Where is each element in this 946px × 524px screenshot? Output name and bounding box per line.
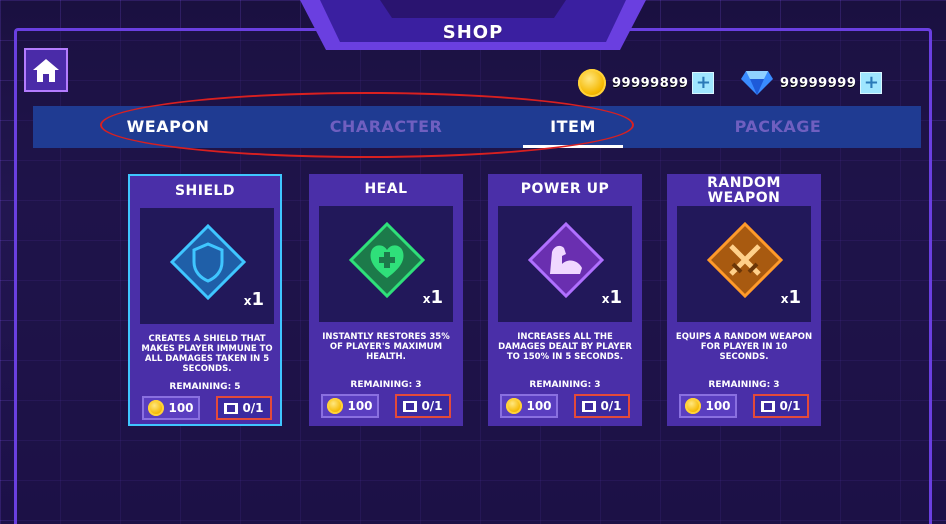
buy-with-coins-button[interactable]: 100 — [500, 394, 558, 418]
shield-icon — [170, 224, 246, 300]
item-quantity: x1 — [422, 287, 443, 308]
gem-amount: 99999999 — [780, 75, 857, 91]
coin-amount: 99999899 — [612, 75, 689, 91]
coin-icon — [578, 69, 606, 97]
price-label: 100 — [526, 399, 552, 413]
buy-with-coins-button[interactable]: 100 — [142, 396, 200, 420]
item-description: EQUIPS A RANDOM WEAPON FOR PLAYER IN 10 … — [675, 332, 813, 362]
item-image: x1 — [498, 206, 632, 322]
ad-count-label: 0/1 — [242, 401, 264, 415]
ad-count-label: 0/1 — [421, 399, 443, 413]
tab-item[interactable]: ITEM — [513, 106, 633, 148]
item-image: x1 — [677, 206, 811, 322]
crossed-swords-icon — [707, 222, 783, 298]
item-title: RANDOM WEAPON — [707, 175, 781, 206]
watch-ad-button[interactable]: 0/1 — [216, 396, 272, 420]
item-image: x1 — [319, 206, 453, 322]
price-label: 100 — [168, 401, 194, 415]
home-button[interactable] — [24, 48, 68, 92]
item-quantity: x1 — [780, 287, 801, 308]
price-label: 100 — [705, 399, 731, 413]
buy-with-coins-button[interactable]: 100 — [679, 394, 737, 418]
item-description: CREATES A SHIELD THAT MAKES PLAYER IMMUN… — [141, 334, 273, 374]
home-icon — [33, 59, 59, 82]
item-image: x1 — [140, 208, 274, 324]
add-coins-button[interactable]: + — [692, 72, 715, 94]
item-title: POWER UP — [520, 181, 610, 197]
tab-package[interactable]: PACKAGE — [713, 106, 843, 148]
item-remaining: REMAINING: 5 — [169, 382, 241, 392]
coin-icon — [148, 400, 165, 416]
coin-icon — [685, 398, 702, 414]
page-title: SHOP — [442, 22, 504, 43]
coin-balance: 99999899 + — [578, 68, 715, 98]
add-gems-button[interactable]: + — [860, 72, 883, 94]
muscle-icon — [528, 222, 604, 298]
heart-plus-icon — [349, 222, 425, 298]
gem-balance: 99999999 + — [740, 68, 883, 98]
title-plate: SHOP — [300, 0, 646, 56]
coin-icon — [327, 398, 344, 414]
gem-icon — [741, 71, 773, 95]
video-ad-icon — [224, 402, 239, 414]
category-tabs: WEAPON CHARACTER ITEM PACKAGE — [33, 106, 921, 148]
item-title: SHIELD — [174, 183, 236, 199]
item-card-random-weapon[interactable]: RANDOM WEAPON x1 EQUIPS A RANDOM WEAPON … — [667, 174, 821, 426]
item-remaining: REMAINING: 3 — [708, 380, 780, 390]
watch-ad-button[interactable]: 0/1 — [395, 394, 451, 418]
item-remaining: REMAINING: 3 — [350, 380, 422, 390]
tab-weapon[interactable]: WEAPON — [93, 106, 243, 148]
ad-count-label: 0/1 — [600, 399, 622, 413]
item-title: HEAL — [364, 181, 408, 197]
item-description: INSTANTLY RESTORES 35% OF PLAYER'S MAXIM… — [322, 332, 450, 362]
item-description: INCREASES ALL THE DAMAGES DEALT BY PLAYE… — [498, 332, 632, 362]
ad-count-label: 0/1 — [779, 399, 801, 413]
buy-with-coins-button[interactable]: 100 — [321, 394, 379, 418]
coin-icon — [506, 398, 523, 414]
video-ad-icon — [761, 400, 776, 412]
video-ad-icon — [582, 400, 597, 412]
item-quantity: x1 — [601, 287, 622, 308]
watch-ad-button[interactable]: 0/1 — [753, 394, 809, 418]
tab-character[interactable]: CHARACTER — [291, 106, 481, 148]
item-card-shield[interactable]: SHIELD x1 CREATES A SHIELD THAT MAKES PL… — [128, 174, 282, 426]
item-remaining: REMAINING: 3 — [529, 380, 601, 390]
watch-ad-button[interactable]: 0/1 — [574, 394, 630, 418]
price-label: 100 — [347, 399, 373, 413]
item-card-heal[interactable]: HEAL x1 INSTANTLY RESTORES 35% OF PLAYER… — [309, 174, 463, 426]
item-card-power-up[interactable]: POWER UP x1 INCREASES ALL THE DAMAGES DE… — [488, 174, 642, 426]
video-ad-icon — [403, 400, 418, 412]
item-quantity: x1 — [243, 289, 264, 310]
